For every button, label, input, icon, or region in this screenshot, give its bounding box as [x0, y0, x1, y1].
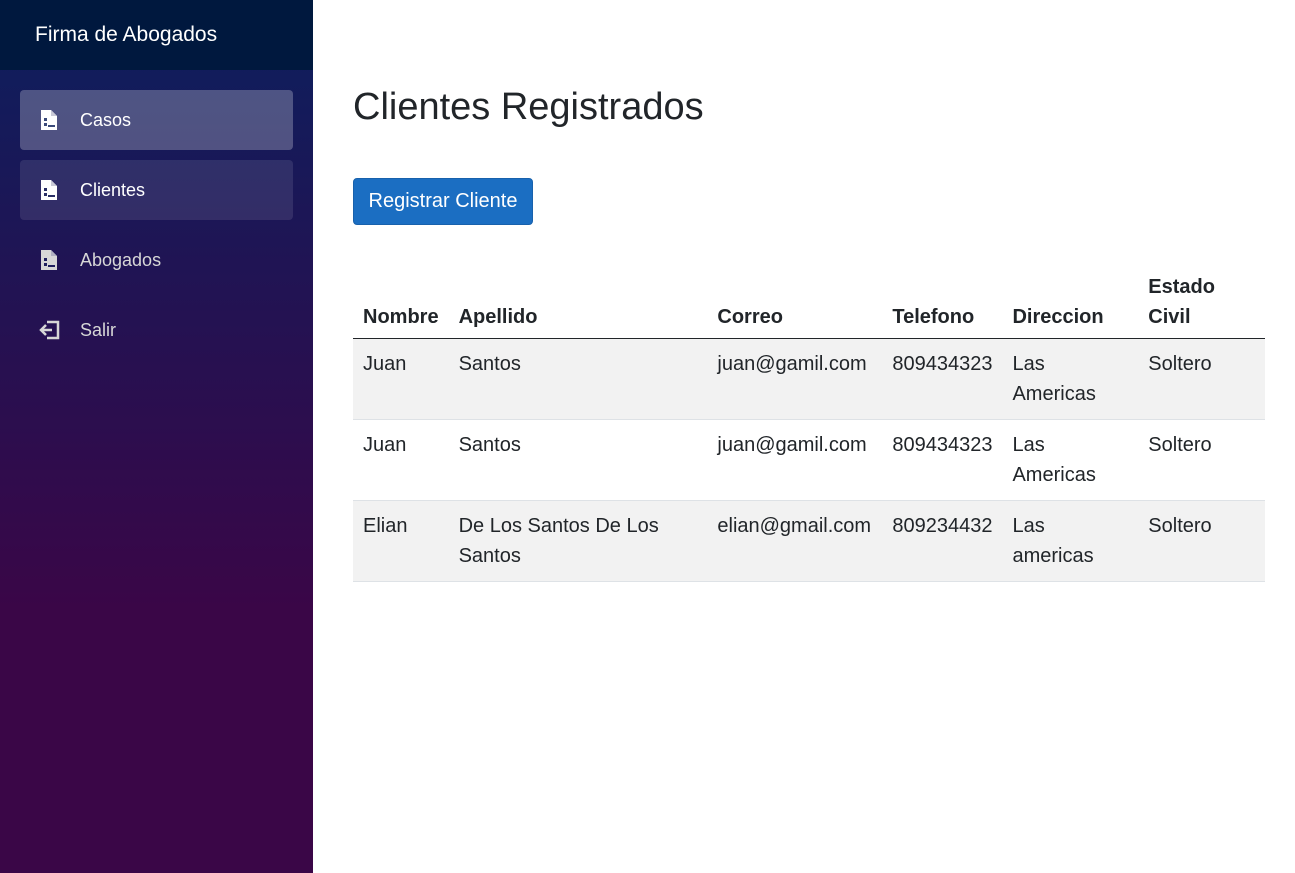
table-header-row: Nombre Apellido Correo Telefono Direccio…: [353, 266, 1265, 339]
cell-direccion: Las Americas: [1002, 419, 1139, 501]
cell-correo: elian@gmail.com: [707, 500, 883, 582]
cell-direccion: Las americas: [1002, 500, 1139, 582]
cell-direccion: Las Americas: [1002, 338, 1139, 420]
sidebar-item-label: Abogados: [80, 249, 162, 270]
cell-estado-civil: Soltero: [1138, 338, 1265, 420]
table-row: Juan Santos juan@gamil.com 809434323 Las…: [353, 419, 1265, 501]
cell-correo: juan@gamil.com: [707, 419, 883, 501]
sidebar-item-clientes[interactable]: Clientes: [20, 160, 293, 220]
document-icon: [39, 249, 61, 271]
table-row: Juan Santos juan@gamil.com 809434323 Las…: [353, 338, 1265, 420]
header-correo: Correo: [707, 266, 883, 339]
document-icon: [39, 179, 61, 201]
register-client-button[interactable]: Registrar Cliente: [353, 178, 533, 225]
sidebar-item-label: Salir: [80, 319, 117, 340]
cell-apellido: Santos: [448, 338, 708, 420]
sidebar-nav: Casos Clientes Abogados Salir: [0, 70, 313, 360]
header-direccion: Direccion: [1002, 266, 1139, 339]
document-icon: [39, 109, 61, 131]
cell-estado-civil: Soltero: [1138, 419, 1265, 501]
clients-table: Nombre Apellido Correo Telefono Direccio…: [353, 266, 1265, 582]
logout-icon: [39, 319, 61, 341]
sidebar-item-abogados[interactable]: Abogados: [20, 230, 293, 290]
cell-apellido: De Los Santos De Los Santos: [448, 500, 708, 582]
cell-apellido: Santos: [448, 419, 708, 501]
cell-nombre: Elian: [353, 500, 449, 582]
sidebar-item-label: Casos: [80, 109, 132, 130]
header-apellido: Apellido: [448, 266, 708, 339]
sidebar-item-label: Clientes: [80, 179, 146, 200]
cell-correo: juan@gamil.com: [707, 338, 883, 420]
cell-telefono: 809234432: [882, 500, 1003, 582]
sidebar: Firma de Abogados Casos Clientes Abogado…: [0, 0, 313, 873]
cell-nombre: Juan: [353, 338, 449, 420]
table-row: Elian De Los Santos De Los Santos elian@…: [353, 500, 1265, 582]
cell-telefono: 809434323: [882, 419, 1003, 501]
header-estado-civil: Estado Civil: [1138, 266, 1265, 339]
cell-estado-civil: Soltero: [1138, 500, 1265, 582]
page-title: Clientes Registrados: [353, 86, 704, 128]
sidebar-item-casos[interactable]: Casos: [20, 90, 293, 150]
header-telefono: Telefono: [882, 266, 1003, 339]
brand-title[interactable]: Firma de Abogados: [0, 0, 313, 70]
sidebar-item-salir[interactable]: Salir: [20, 300, 293, 360]
header-nombre: Nombre: [353, 266, 449, 339]
cell-nombre: Juan: [353, 419, 449, 501]
cell-telefono: 809434323: [882, 338, 1003, 420]
